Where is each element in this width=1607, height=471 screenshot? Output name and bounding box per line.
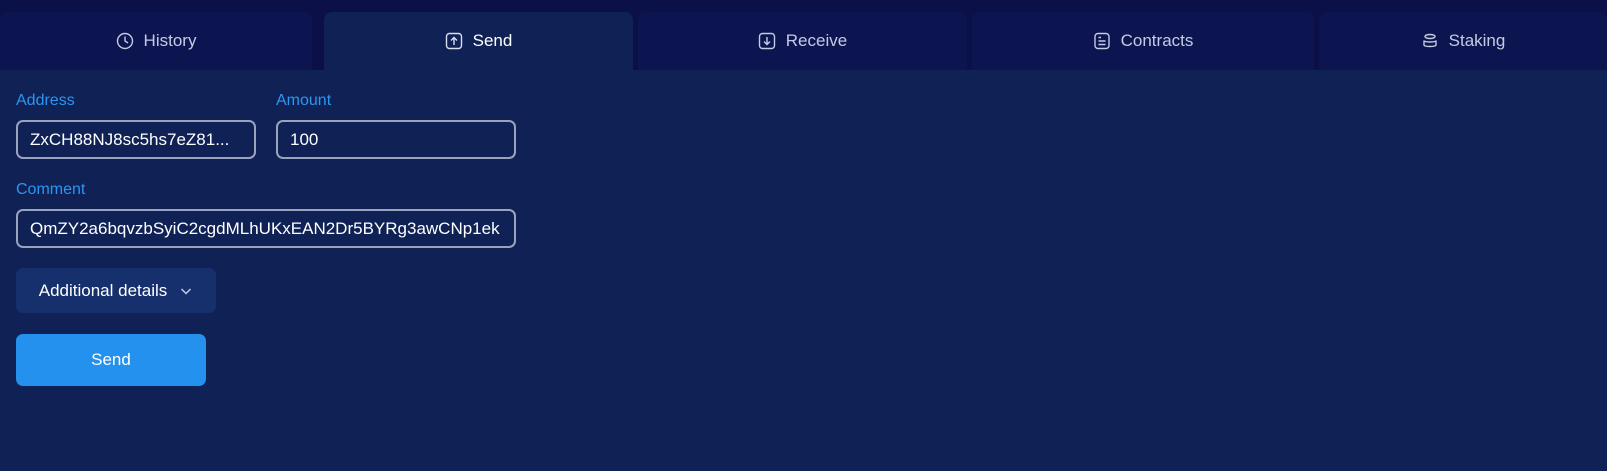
clock-icon [116,32,134,50]
download-icon [758,32,776,50]
upload-icon [445,32,463,50]
additional-details-label: Additional details [38,280,168,300]
comment-value: QmZY2a6bqvzbSyiC2cgdMLhUKxEAN2Dr5BYRg3aw… [30,218,500,238]
tab-receive-label: Receive [785,31,848,50]
tab-contracts[interactable]: Contracts [972,12,1314,70]
amount-value: 100 [290,129,319,149]
chevron-down-icon [181,287,192,295]
address-value: ZxCH88NJ8sc5hs7eZ81... [30,129,230,149]
coins-icon [1421,32,1439,50]
tab-history-label: History [143,31,197,50]
additional-details-button[interactable]: Additional details [16,268,216,313]
amount-field[interactable]: 100 [276,120,516,159]
tab-send-label: Send [472,31,513,50]
comment-field[interactable]: QmZY2a6bqvzbSyiC2cgdMLhUKxEAN2Dr5BYRg3aw… [16,209,516,248]
document-icon [1093,32,1111,50]
address-label: Address [16,92,75,109]
comment-label: Comment [16,181,86,198]
tab-receive[interactable]: Receive [638,12,967,70]
tab-staking[interactable]: Staking [1319,12,1607,70]
tab-send[interactable]: Send [324,12,633,70]
tab-bar: History Send Receive Contracts Staking [0,0,1607,70]
send-button[interactable]: Send [16,334,206,386]
address-field[interactable]: ZxCH88NJ8sc5hs7eZ81... [16,120,256,159]
tab-staking-label: Staking [1448,31,1506,50]
amount-label: Amount [276,92,332,109]
send-button-label: Send [91,350,131,369]
tab-contracts-label: Contracts [1120,31,1194,50]
tab-history[interactable]: History [0,12,312,70]
